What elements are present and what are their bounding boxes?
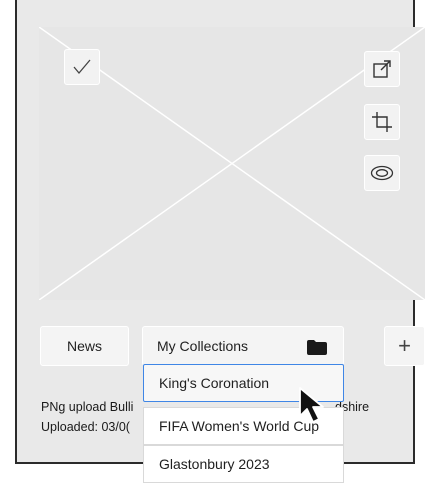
- folder-icon: [307, 340, 327, 355]
- mouse-pointer-icon: [299, 387, 324, 423]
- view-button[interactable]: [364, 155, 400, 191]
- my-collections-label: My Collections: [157, 338, 249, 354]
- file-description: PNg upload Bulli: [41, 400, 134, 414]
- plus-icon: +: [398, 333, 411, 358]
- my-collections-dropdown[interactable]: My Collections: [142, 326, 344, 366]
- collection-option-label: King's Coronation: [159, 375, 270, 391]
- collection-option-label: Glastonbury 2023: [159, 456, 270, 472]
- select-checkbox-button[interactable]: [64, 49, 100, 85]
- add-button[interactable]: +: [384, 326, 425, 366]
- upload-date: Uploaded: 03/0(: [41, 420, 130, 434]
- news-button[interactable]: News: [40, 326, 129, 366]
- crop-icon: [372, 112, 392, 132]
- checkmark-icon: [73, 59, 91, 75]
- collection-option-label: FIFA Women's World Cup: [159, 418, 320, 434]
- collection-option-glastonbury-2023[interactable]: Glastonbury 2023: [143, 445, 344, 483]
- crop-button[interactable]: [364, 104, 400, 140]
- news-button-label: News: [66, 338, 102, 354]
- external-link-icon: [373, 60, 391, 78]
- eye-icon: [370, 165, 394, 181]
- open-image-button[interactable]: [364, 51, 400, 87]
